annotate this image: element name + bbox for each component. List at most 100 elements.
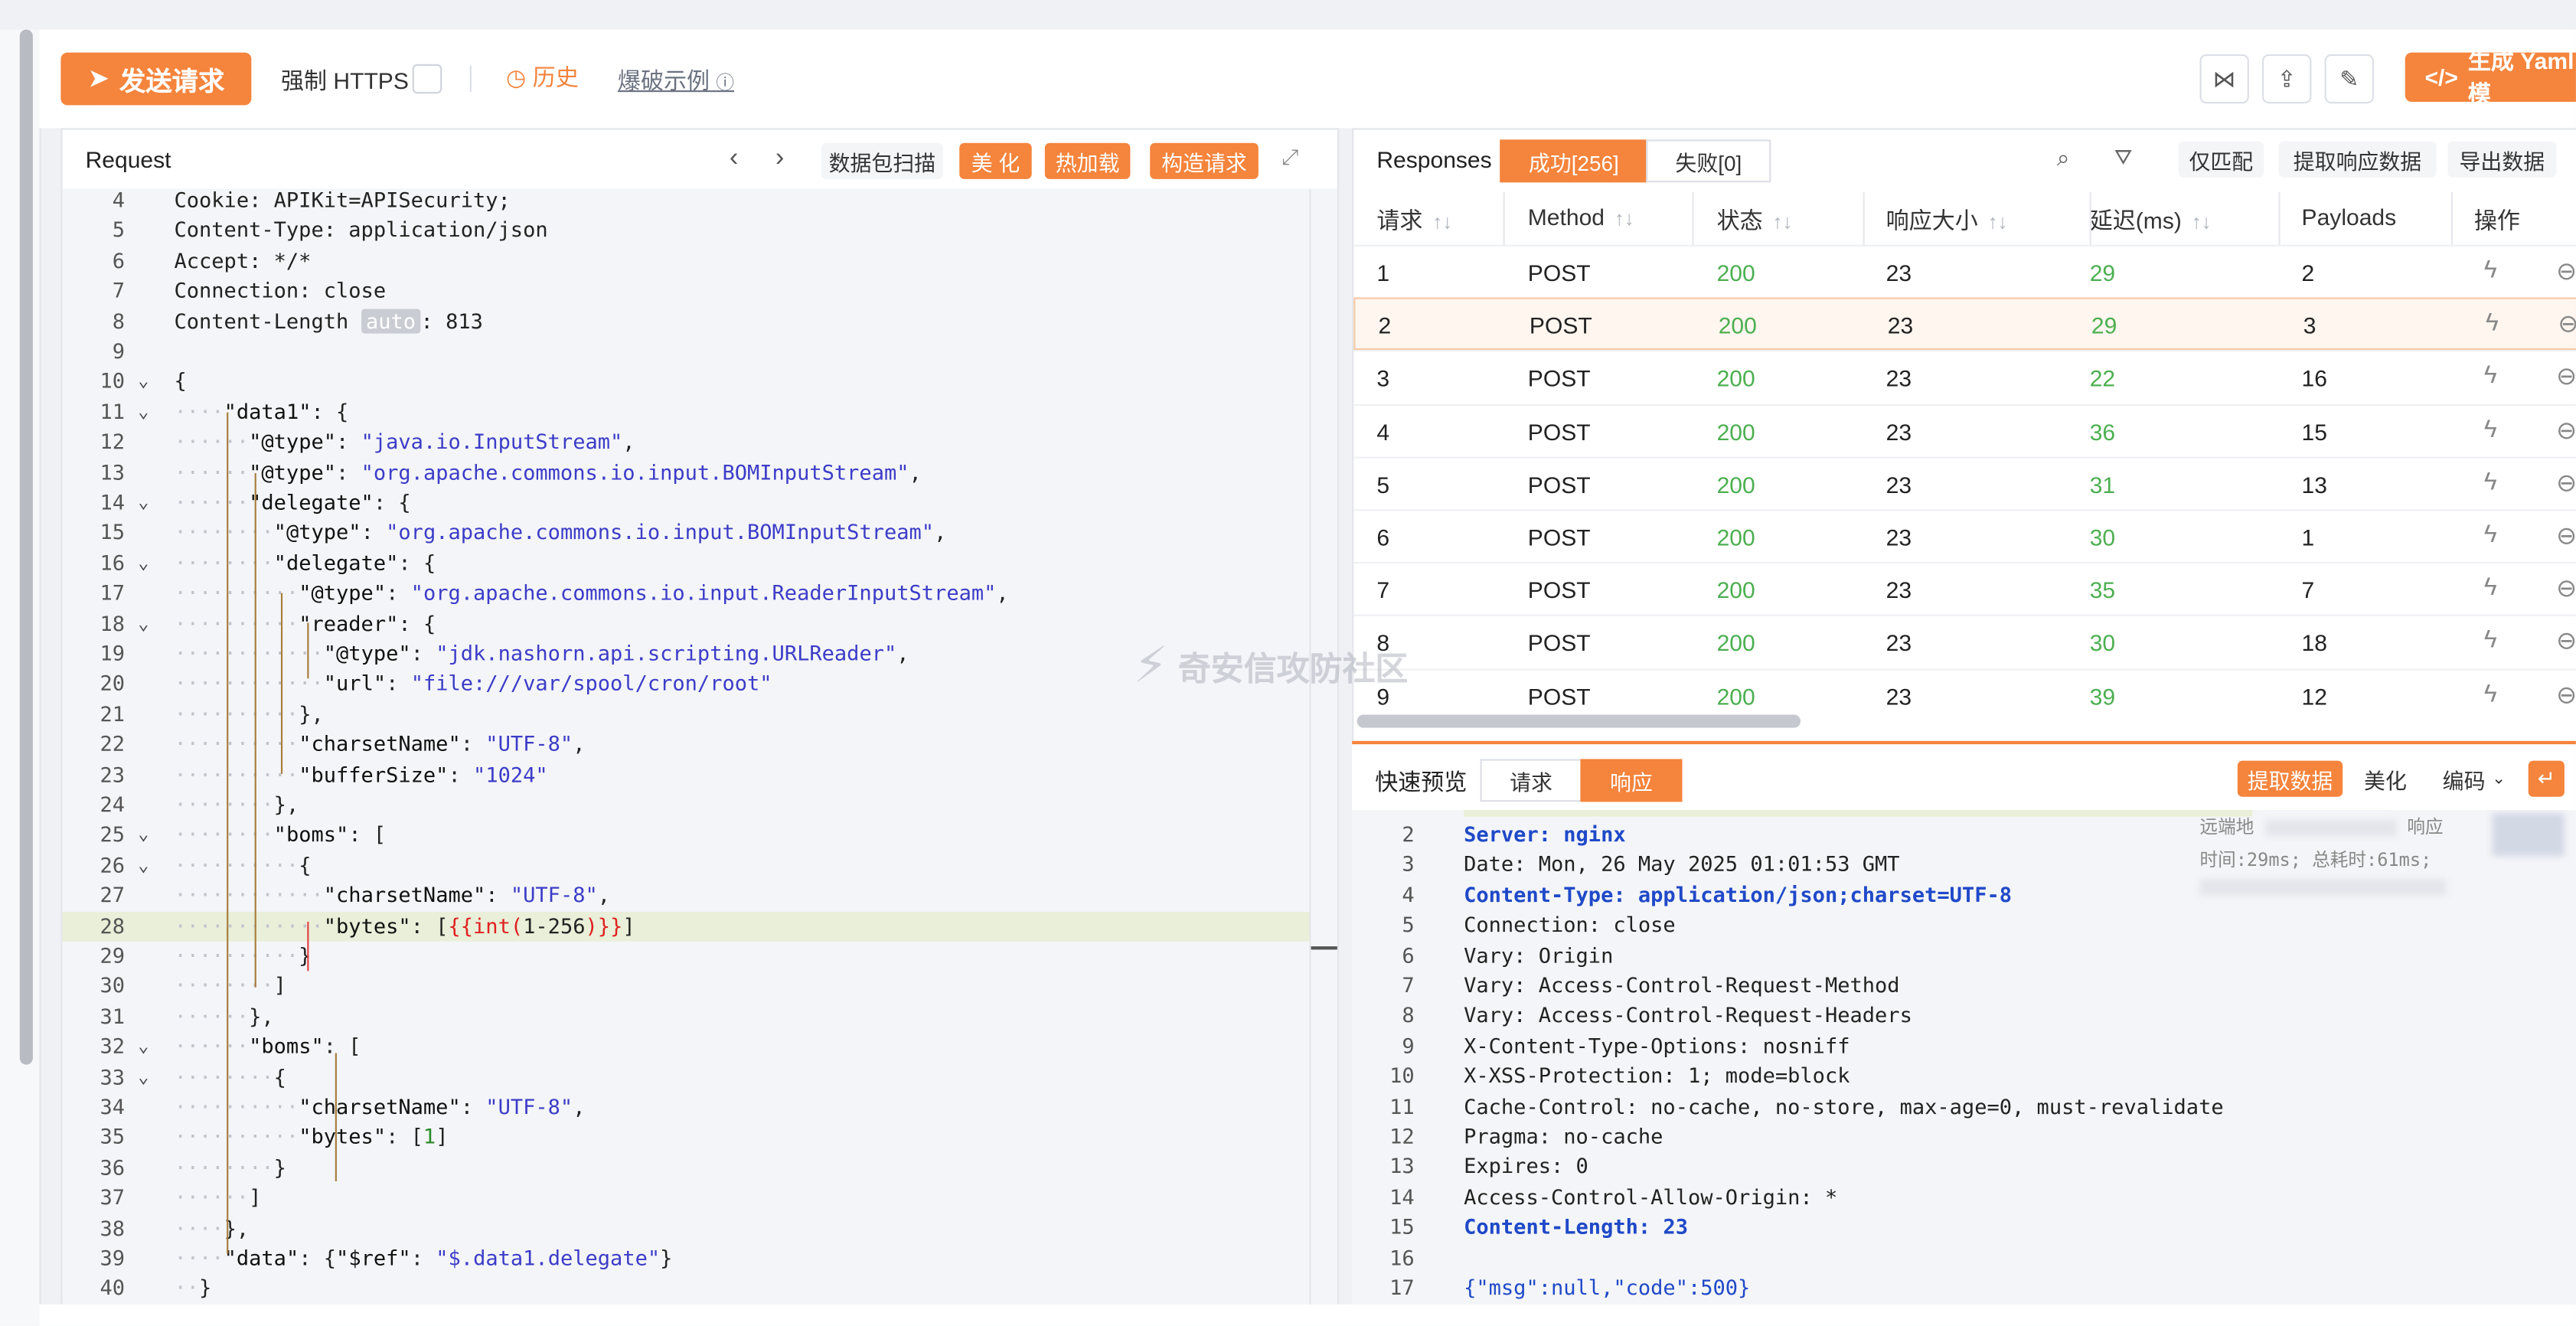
code-line[interactable]: 22 ··········"charsetName": "UTF-8",	[63, 730, 1311, 759]
code-line[interactable]: 11 ⌄ ····"data1": {	[63, 397, 1311, 427]
code-line[interactable]: 33 ⌄ ········{	[63, 1063, 1311, 1092]
sort-icon[interactable]: ↑↓	[1773, 211, 1793, 234]
code-line[interactable]: 18 ⌄ ··········"reader": {	[63, 609, 1311, 639]
export-data-button[interactable]: 导出数据	[2447, 141, 2557, 178]
beautify-button[interactable]: 美 化	[959, 142, 1032, 179]
fold-chevron-icon[interactable]: ⌄	[138, 1032, 149, 1062]
table-row[interactable]: 5 POST 200 23 31 13 ϟ ⊖	[1353, 456, 2576, 511]
code-line[interactable]: 37 ······]	[63, 1184, 1311, 1213]
fold-chevron-icon[interactable]: ⌄	[138, 397, 149, 427]
fold-chevron-icon[interactable]: ⌄	[138, 488, 149, 518]
code-line[interactable]: 23 ··········"bufferSize": "1024"	[63, 760, 1311, 790]
fold-chevron-icon[interactable]: ⌄	[138, 609, 149, 639]
extract-response-button[interactable]: 提取响应数据	[2278, 141, 2437, 178]
code-line[interactable]: 6 Accept: */*	[63, 246, 1311, 276]
column-header[interactable]: Payloads	[2302, 204, 2397, 230]
responses-horizontal-scrollbar[interactable]	[1357, 714, 1801, 728]
column-header[interactable]: 延迟(ms) ↑↓	[2090, 204, 2212, 237]
code-line[interactable]: 39 ····"data": {"$ref": "$.data1.delegate…	[63, 1244, 1311, 1274]
more-icon[interactable]: ⊖	[2556, 415, 2576, 444]
bolt-icon[interactable]: ϟ	[2484, 626, 2497, 654]
code-line[interactable]: 26 ⌄ ··········{	[63, 851, 1311, 880]
code-line[interactable]: 21 ··········},	[63, 700, 1311, 730]
more-icon[interactable]: ⊖	[2558, 309, 2576, 338]
code-line[interactable]: 34 ··········"charsetName": "UTF-8",	[63, 1092, 1311, 1122]
more-icon[interactable]: ⊖	[2556, 680, 2576, 709]
code-line[interactable]: 15 ········"@type": "org.apache.commons.i…	[63, 518, 1311, 548]
sort-icon[interactable]: ↑↓	[1432, 211, 1452, 234]
bolt-icon[interactable]: ϟ	[2484, 521, 2497, 548]
expand-icon[interactable]: ⤢	[1281, 145, 1298, 171]
response-viewer[interactable]: 2 Server: nginx 3 Date: Mon, 26 May 2025 01…	[1352, 809, 2576, 1308]
more-icon[interactable]: ⊖	[2556, 573, 2576, 603]
bolt-icon[interactable]: ϟ	[2484, 415, 2497, 443]
code-line[interactable]: 19 ············"@type": "jdk.nashorn.api.…	[63, 639, 1311, 669]
chevron-right-icon[interactable]: ›	[775, 145, 784, 175]
only-match-button[interactable]: 仅匹配	[2178, 141, 2264, 178]
code-line[interactable]: 8 Content-Length auto: 813	[63, 306, 1311, 336]
blast-example-link[interactable]: 爆破示例 ⓘ	[618, 64, 734, 97]
search-icon[interactable]: ⌕	[2057, 145, 2070, 172]
fold-chevron-icon[interactable]: ⌄	[138, 821, 149, 851]
sort-icon[interactable]: ↑↓	[1988, 211, 2008, 234]
more-icon[interactable]: ⊖	[2556, 362, 2576, 391]
wrap-toggle[interactable]: ↵	[2528, 760, 2565, 797]
table-row[interactable]: 6 POST 200 23 30 1 ϟ ⊖	[1353, 509, 2576, 563]
bolt-icon[interactable]: ϟ	[2484, 573, 2497, 601]
tab-preview-request[interactable]: 请求	[1480, 759, 1582, 802]
tab-success[interactable]: 成功[256]	[1500, 139, 1648, 183]
history-button[interactable]: ◷ 历史	[506, 60, 579, 93]
code-line[interactable]: 28 ············"bytes": [{{int(1-256)}}]	[62, 911, 1311, 942]
edit-button[interactable]: ✎	[2324, 54, 2374, 104]
sort-icon[interactable]: ↑↓	[1614, 207, 1634, 230]
table-row[interactable]: 1 POST 200 23 29 2 ϟ ⊖	[1353, 244, 2576, 299]
code-line[interactable]: 30 ········]	[63, 972, 1311, 1001]
request-editor[interactable]: 4 Cookie: APIKit=APISecurity; 5 Content-Typ…	[62, 188, 1311, 1307]
fold-chevron-icon[interactable]: ⌄	[138, 367, 149, 397]
share-button[interactable]: ⋈	[2199, 54, 2249, 104]
more-icon[interactable]: ⊖	[2556, 256, 2576, 286]
code-line[interactable]: 14 ⌄ ······"delegate": {	[63, 488, 1311, 518]
code-line[interactable]: 24 ········},	[63, 790, 1311, 820]
column-header[interactable]: 操作	[2474, 204, 2520, 237]
code-line[interactable]: 35 ··········"bytes": [1]	[63, 1123, 1311, 1153]
construct-request-button[interactable]: 构造请求	[1150, 142, 1259, 179]
more-icon[interactable]: ⊖	[2556, 521, 2576, 550]
tab-fail[interactable]: 失败[0]	[1646, 139, 1771, 183]
column-header[interactable]: 请求 ↑↓	[1376, 204, 1452, 237]
sort-icon[interactable]: ↑↓	[2192, 211, 2212, 234]
bolt-icon[interactable]: ϟ	[2484, 680, 2497, 707]
column-header[interactable]: 状态 ↑↓	[1717, 204, 1793, 237]
code-line[interactable]: 38 ····},	[63, 1213, 1311, 1243]
packet-scan-button[interactable]: 数据包扫描	[821, 142, 943, 179]
bolt-icon[interactable]: ϟ	[2486, 309, 2499, 337]
more-icon[interactable]: ⊖	[2556, 626, 2576, 656]
bolt-icon[interactable]: ϟ	[2484, 256, 2497, 284]
code-line[interactable]: 25 ⌄ ········"boms": [	[63, 821, 1311, 851]
fold-chevron-icon[interactable]: ⌄	[138, 548, 149, 578]
code-line[interactable]: 16 ⌄ ········"delegate": {	[63, 548, 1311, 578]
column-header[interactable]: Method ↑↓	[1528, 204, 1634, 230]
code-line[interactable]: 13 ······"@type": "org.apache.commons.io.…	[63, 458, 1311, 488]
code-line[interactable]: 12 ······"@type": "java.io.InputStream",	[63, 427, 1311, 457]
bolt-icon[interactable]: ϟ	[2484, 362, 2497, 390]
code-line[interactable]: 20 ············"url": "file:///var/spool/…	[63, 669, 1311, 699]
table-row[interactable]: 4 POST 200 23 36 15 ϟ ⊖	[1353, 403, 2576, 458]
column-header[interactable]: 响应大小 ↑↓	[1886, 204, 2008, 237]
chevron-left-icon[interactable]: ‹	[730, 145, 738, 175]
send-request-button[interactable]: ➤ 发送请求	[60, 52, 252, 106]
code-line[interactable]: 36 ········}	[63, 1153, 1311, 1183]
fold-chevron-icon[interactable]: ⌄	[138, 851, 149, 880]
more-icon[interactable]: ⊖	[2556, 468, 2576, 497]
table-row[interactable]: 2 POST 200 23 29 3 ϟ ⊖	[1353, 297, 2576, 351]
beautify-preview-button[interactable]: 美化	[2352, 760, 2418, 797]
hotload-button[interactable]: 热加载	[1044, 142, 1131, 179]
fold-chevron-icon[interactable]: ⌄	[138, 1063, 149, 1092]
code-line[interactable]: 9	[63, 337, 1311, 367]
upload-button[interactable]: ⇪	[2262, 54, 2312, 104]
table-row[interactable]: 8 POST 200 23 30 18 ϟ ⊖	[1353, 615, 2576, 669]
code-line[interactable]: 7 Connection: close	[63, 276, 1311, 306]
tab-preview-response[interactable]: 响应	[1580, 759, 1683, 802]
extract-data-button[interactable]: 提取数据	[2237, 760, 2343, 797]
request-editor-scrollbar[interactable]	[1309, 188, 1337, 1307]
